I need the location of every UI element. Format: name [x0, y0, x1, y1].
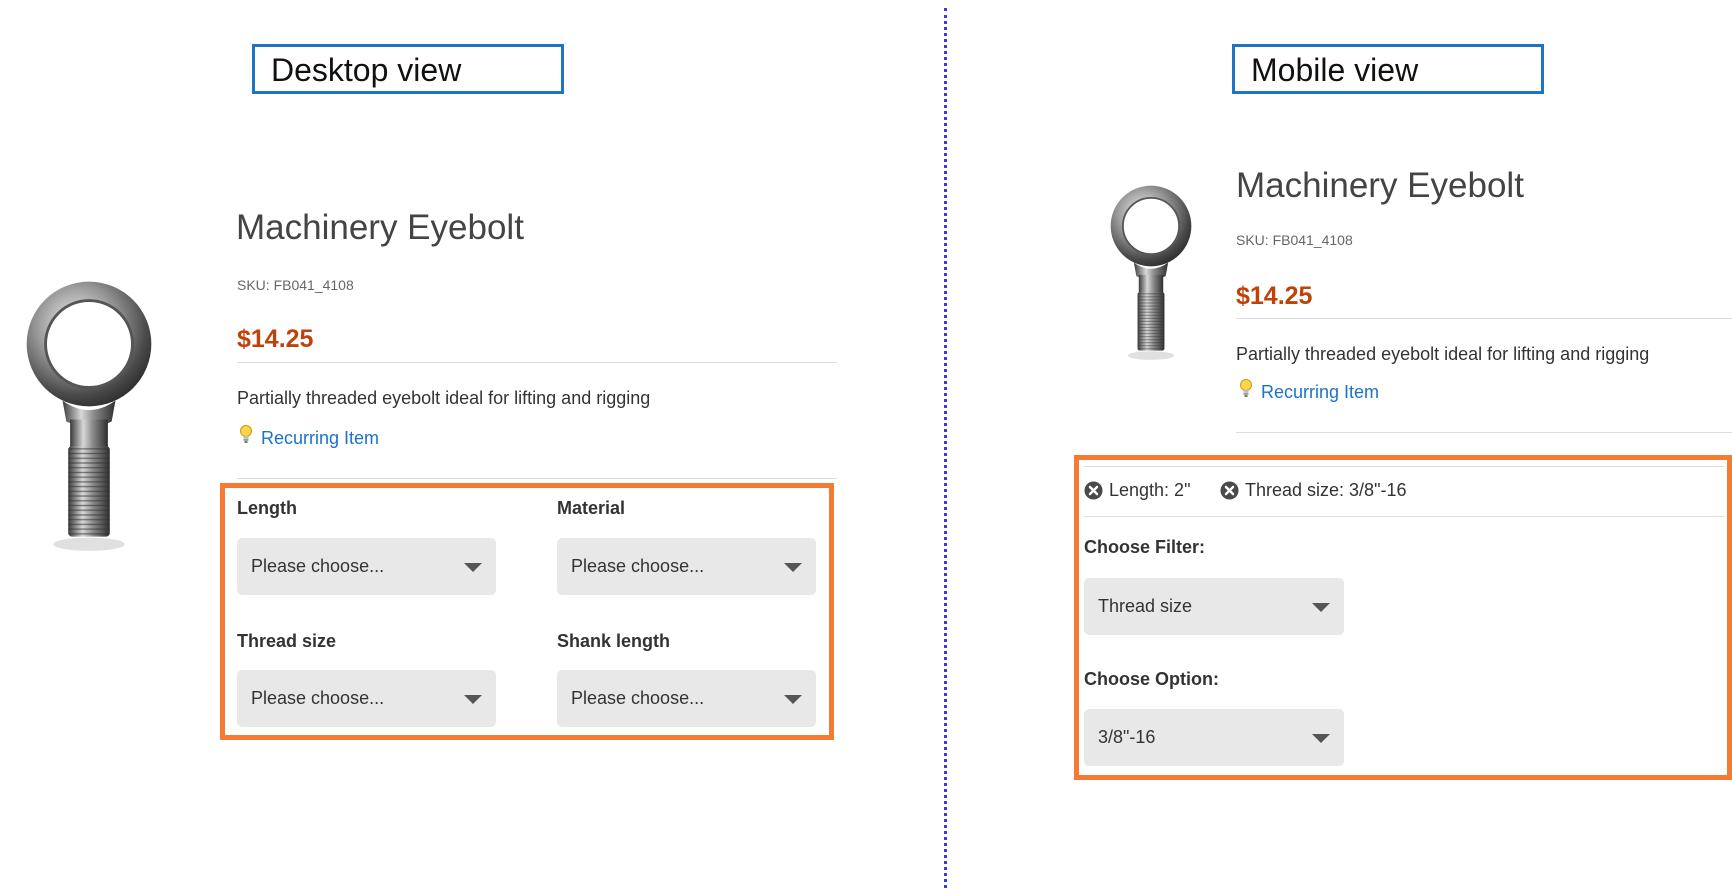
lightbulb-icon: [240, 425, 252, 444]
lightbulb-icon: [1240, 379, 1252, 398]
thread-size-select-value: Please choose...: [251, 688, 385, 708]
chevron-down-icon: [464, 562, 482, 572]
material-select-value: Please choose...: [571, 556, 705, 576]
chevron-down-icon: [464, 694, 482, 704]
filter-label-shank-length: Shank length: [557, 631, 671, 651]
length-select[interactable]: Please choose...: [237, 538, 496, 595]
mobile-view-label: Mobile view: [1232, 44, 1544, 94]
remove-filter-icon[interactable]: [1084, 481, 1103, 500]
chevron-down-icon: [784, 562, 802, 572]
filter-label-material: Material: [557, 498, 626, 518]
choose-option-label: Choose Option:: [1084, 669, 1219, 689]
filter-label-length: Length: [237, 498, 297, 518]
choose-filter-label: Choose Filter:: [1084, 537, 1206, 557]
product-price: $14.25: [237, 325, 314, 353]
product-title: Machinery Eyebolt: [236, 208, 524, 247]
choose-option-value: 3/8"-16: [1098, 727, 1156, 747]
product-price: $14.25: [1236, 282, 1313, 310]
desktop-view-label: Desktop view: [252, 44, 564, 94]
divider-line: [237, 362, 837, 363]
divider-line: [1236, 318, 1732, 319]
chevron-down-icon: [1312, 733, 1330, 743]
active-filter-chip-length[interactable]: Length: 2": [1084, 480, 1190, 501]
material-select[interactable]: Please choose...: [557, 538, 816, 595]
choose-filter-value: Thread size: [1098, 596, 1193, 616]
divider-line: [1236, 432, 1732, 433]
recurring-item-label: Recurring Item: [1261, 382, 1380, 402]
chevron-down-icon: [1312, 602, 1330, 612]
recurring-item-link[interactable]: Recurring Item: [239, 425, 380, 449]
shank-length-select[interactable]: Please choose...: [557, 670, 816, 727]
length-select-value: Please choose...: [251, 556, 385, 576]
choose-filter-select[interactable]: Thread size: [1084, 578, 1344, 635]
product-sku: SKU: FB041_4108: [1236, 232, 1353, 248]
divider-line: [1084, 466, 1724, 467]
choose-option-select[interactable]: 3/8"-16: [1084, 709, 1344, 766]
thread-size-select[interactable]: Please choose...: [237, 670, 496, 727]
divider-line: [1084, 516, 1724, 517]
chevron-down-icon: [784, 694, 802, 704]
eyebolt-product-image: [24, 279, 154, 553]
remove-filter-icon[interactable]: [1220, 481, 1239, 500]
recurring-item-link[interactable]: Recurring Item: [1239, 379, 1380, 403]
filter-label-thread-size: Thread size: [237, 631, 337, 651]
product-description: Partially threaded eyebolt ideal for lif…: [237, 388, 651, 408]
divider-line: [237, 478, 837, 479]
view-divider: [944, 8, 947, 888]
chip-label: Length: 2": [1109, 480, 1191, 500]
recurring-item-label: Recurring Item: [261, 428, 380, 448]
chip-label: Thread size: 3/8"-16: [1245, 480, 1407, 500]
product-title: Machinery Eyebolt: [1236, 166, 1524, 205]
eyebolt-product-image: [1109, 184, 1193, 361]
product-sku: SKU: FB041_4108: [237, 277, 354, 293]
active-filter-chip-thread-size[interactable]: Thread size: 3/8"-16: [1220, 480, 1406, 501]
shank-length-select-value: Please choose...: [571, 688, 705, 708]
product-description: Partially threaded eyebolt ideal for lif…: [1236, 344, 1650, 364]
